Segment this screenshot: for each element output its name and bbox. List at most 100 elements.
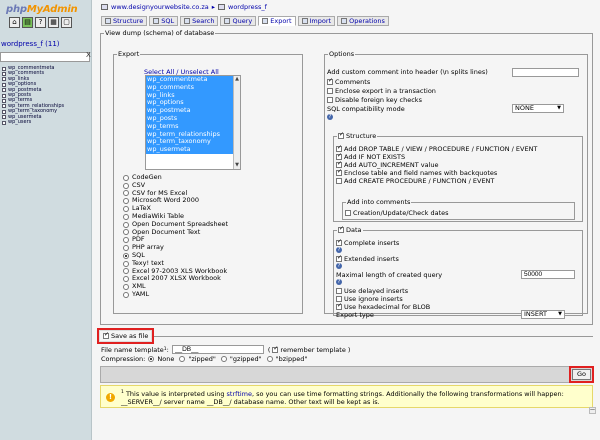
export-list-scrollbar[interactable]: ▲ ▼: [233, 76, 240, 169]
radio-button[interactable]: [123, 237, 129, 244]
extended-inserts-checkbox[interactable]: [336, 254, 342, 262]
radio-button[interactable]: [123, 284, 129, 291]
compression-none-radio[interactable]: [148, 356, 155, 362]
add-create-row[interactable]: Add CREATE PROCEDURE / FUNCTION / EVENT: [336, 177, 494, 185]
creation-dates-row[interactable]: Creation/Update/Check dates: [345, 209, 449, 217]
tab-search[interactable]: Search: [180, 16, 219, 26]
table-icon: [2, 82, 6, 87]
enclose-transaction-row[interactable]: Enclose export in a transaction: [327, 87, 436, 95]
complete-inserts-checkbox[interactable]: [336, 238, 342, 246]
radio-button-checked[interactable]: [123, 252, 129, 259]
tab-export[interactable]: Export: [258, 16, 296, 26]
chevron-down-icon: ▼: [557, 105, 561, 111]
database-title[interactable]: wordpress_f (11): [1, 40, 60, 48]
radio-button[interactable]: [123, 268, 129, 275]
export-fieldset: Export Select All / Unselect All wp_comm…: [113, 50, 303, 314]
export-table-option[interactable]: wp_usermeta: [146, 145, 240, 154]
filename-template-input[interactable]: [171, 345, 264, 354]
table-icon: [2, 66, 6, 71]
if-not-exists-row[interactable]: Add IF NOT EXISTS: [336, 152, 405, 161]
help-icon[interactable]: ?: [336, 247, 342, 253]
options-legend: Options: [329, 50, 355, 58]
table-icon: [2, 77, 6, 82]
table-filter-input[interactable]: [0, 52, 90, 62]
creation-dates-checkbox[interactable]: [345, 210, 351, 216]
go-button[interactable]: Go: [569, 366, 594, 383]
tab-structure[interactable]: Structure: [101, 16, 148, 26]
save-as-file-checkbox[interactable]: [103, 331, 109, 339]
radio-button[interactable]: [123, 229, 129, 236]
radio-button[interactable]: [123, 291, 129, 298]
radio-button[interactable]: [123, 182, 129, 189]
export-type-select[interactable]: INSERT ▼: [521, 310, 565, 319]
disable-fk-row[interactable]: Disable foreign key checks: [327, 96, 422, 104]
format-option[interactable]: YAML: [123, 290, 228, 299]
compression-bzip-radio[interactable]: [266, 356, 273, 362]
reload-icon[interactable]: ▢: [61, 17, 72, 28]
tab-operations[interactable]: Operations: [337, 16, 389, 26]
disable-fk-checkbox[interactable]: [327, 97, 333, 103]
phpmyadmin-logo[interactable]: phpMyAdmin: [6, 4, 78, 15]
delayed-inserts-row[interactable]: Use delayed inserts: [336, 287, 408, 295]
hex-blob-row[interactable]: Use hexadecimal for BLOB: [336, 302, 430, 311]
breadcrumb-server[interactable]: www.designyourwebsite.co.za: [111, 3, 209, 11]
sql-compat-select[interactable]: NONE ▼: [512, 104, 564, 113]
max-length-input[interactable]: [521, 270, 575, 279]
radio-button[interactable]: [123, 260, 129, 267]
enclose-transaction-checkbox[interactable]: [327, 88, 333, 94]
help-icon[interactable]: ?: [336, 263, 342, 269]
save-as-file-toggle[interactable]: Save as file: [96, 328, 155, 344]
backquotes-checkbox[interactable]: [336, 168, 342, 176]
scroll-up-icon[interactable]: ▲: [235, 77, 239, 82]
auto-increment-row[interactable]: Add AUTO_INCREMENT value: [336, 160, 439, 169]
structure-icon: [105, 18, 111, 24]
help-icon[interactable]: ?: [327, 114, 333, 120]
radio-button[interactable]: [123, 213, 129, 220]
ignore-inserts-row[interactable]: Use ignore inserts: [336, 295, 403, 303]
custom-comment-input[interactable]: [512, 68, 579, 77]
radio-button[interactable]: [123, 245, 129, 252]
delayed-inserts-checkbox[interactable]: [336, 288, 342, 294]
remember-template-checkbox[interactable]: [272, 345, 278, 353]
extended-inserts-row[interactable]: Extended inserts: [336, 254, 399, 263]
tab-query[interactable]: Query: [220, 16, 257, 26]
table-list-item[interactable]: wp_users: [2, 119, 64, 125]
radio-button[interactable]: [123, 221, 129, 228]
add-create-checkbox[interactable]: [336, 178, 342, 184]
hex-blob-checkbox[interactable]: [336, 302, 342, 310]
compression-zip-radio[interactable]: [179, 356, 186, 362]
complete-inserts-row[interactable]: Complete inserts: [336, 238, 399, 247]
query-window-icon[interactable]: ▤: [22, 17, 33, 28]
max-length-label: Maximal length of created query: [336, 271, 443, 279]
notice-box: ! 1 This value is interpreted using strf…: [100, 385, 593, 408]
help-icon[interactable]: ?: [35, 17, 46, 28]
radio-button[interactable]: [123, 198, 129, 205]
comments-row[interactable]: Comments: [327, 77, 370, 86]
backquotes-row[interactable]: Enclose table and field names with backq…: [336, 168, 497, 177]
structure-legend: Structure: [337, 131, 377, 141]
comments-checkbox[interactable]: [327, 77, 333, 85]
structure-checkbox[interactable]: [338, 131, 344, 139]
filter-clear-button[interactable]: X: [86, 51, 91, 59]
scroll-down-icon[interactable]: ▼: [235, 163, 239, 168]
page-scroll-icon[interactable]: —: [589, 407, 596, 414]
breadcrumb-database[interactable]: wordpress_f: [228, 3, 267, 11]
radio-button[interactable]: [123, 206, 129, 213]
radio-button[interactable]: [123, 190, 129, 197]
radio-button[interactable]: [123, 174, 129, 181]
data-checkbox[interactable]: [338, 225, 344, 233]
docs-icon[interactable]: ▦: [48, 17, 59, 28]
compression-gzip-radio[interactable]: [220, 356, 227, 362]
table-icon: [2, 120, 6, 125]
export-table-select[interactable]: wp_commentmeta wp_comments wp_links wp_o…: [145, 75, 241, 170]
radio-button[interactable]: [123, 276, 129, 283]
strftime-link[interactable]: strftime: [227, 390, 252, 398]
options-fieldset: Options Add custom comment into header (…: [324, 50, 588, 319]
home-icon[interactable]: ⌂: [9, 17, 20, 28]
content-frame: www.designyourwebsite.co.za ▸ wordpress_…: [93, 0, 600, 440]
tab-import[interactable]: Import: [297, 16, 336, 26]
add-drop-row[interactable]: Add DROP TABLE / VIEW / PROCEDURE / FUNC…: [336, 144, 537, 153]
tab-bar: Structure SQL Search Query Export Import…: [101, 16, 389, 26]
tab-sql[interactable]: SQL: [149, 16, 179, 26]
help-icon[interactable]: ?: [336, 279, 342, 285]
